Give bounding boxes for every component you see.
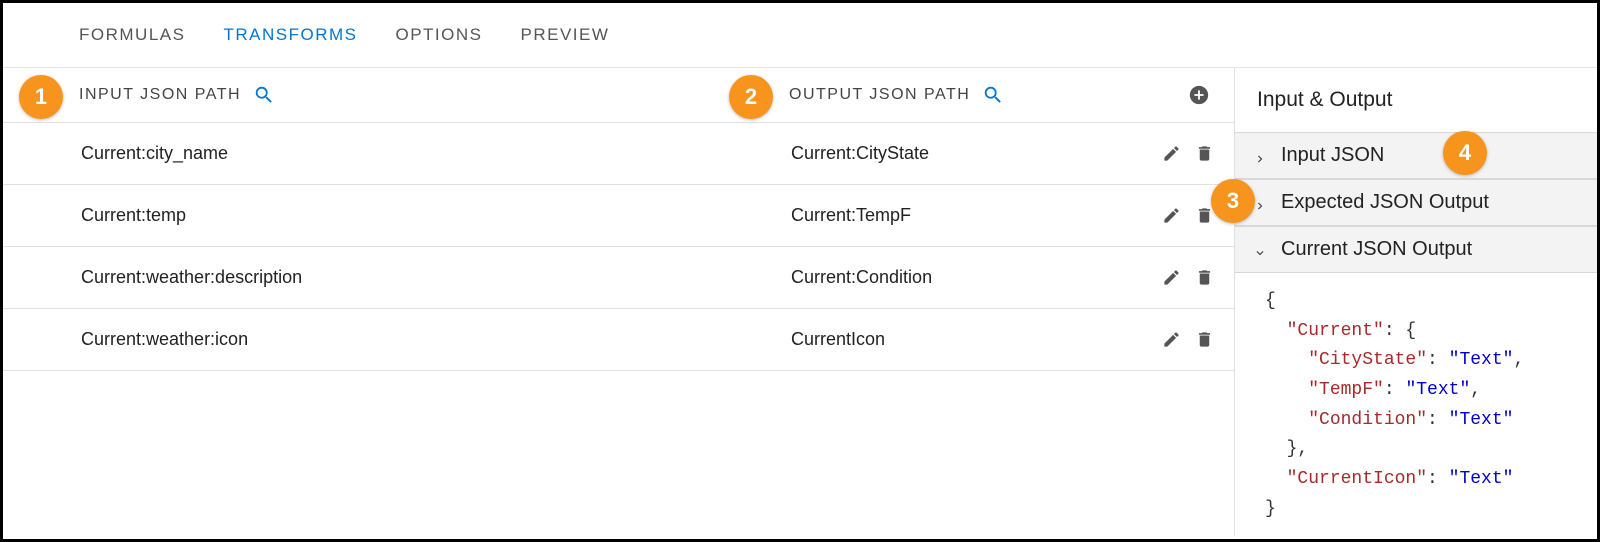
input-path-label: INPUT JSON PATH	[79, 86, 241, 104]
content-area: INPUT JSON PATH OUTPUT JSON PATH Current…	[3, 68, 1597, 536]
output-path-cell: CurrentIcon	[791, 329, 1162, 350]
annotation-callout-4: 4	[1443, 131, 1487, 175]
output-path-header: OUTPUT JSON PATH	[789, 84, 1188, 106]
transforms-table: INPUT JSON PATH OUTPUT JSON PATH Current…	[3, 68, 1234, 536]
input-path-cell: Current:weather:icon	[81, 329, 791, 350]
output-path-label: OUTPUT JSON PATH	[789, 86, 970, 104]
row-actions	[1162, 206, 1214, 225]
accordion-label: Current JSON Output	[1281, 238, 1472, 261]
row-actions	[1162, 330, 1214, 349]
accordion-label: Expected JSON Output	[1281, 191, 1489, 214]
table-row: Current:tempCurrent:TempF	[3, 185, 1234, 247]
search-icon[interactable]	[253, 84, 275, 106]
panel-title: Input & Output	[1235, 68, 1597, 132]
row-actions	[1162, 144, 1214, 163]
chevron-right-icon	[1253, 149, 1267, 163]
table-row: Current:city_nameCurrent:CityState	[3, 123, 1234, 185]
annotation-callout-2: 2	[729, 75, 773, 119]
table-row: Current:weather:iconCurrentIcon	[3, 309, 1234, 371]
chevron-right-icon	[1253, 196, 1267, 210]
delete-icon[interactable]	[1195, 268, 1214, 287]
delete-icon[interactable]	[1195, 144, 1214, 163]
row-actions	[1162, 268, 1214, 287]
output-path-cell: Current:TempF	[791, 205, 1162, 226]
search-icon[interactable]	[982, 84, 1004, 106]
edit-icon[interactable]	[1162, 144, 1181, 163]
add-icon[interactable]	[1188, 84, 1210, 106]
io-panel: Input & Output Input JSON Expected JSON …	[1234, 68, 1597, 536]
output-path-cell: Current:CityState	[791, 143, 1162, 164]
annotation-callout-3: 3	[1211, 179, 1255, 223]
edit-icon[interactable]	[1162, 268, 1181, 287]
output-path-cell: Current:Condition	[791, 267, 1162, 288]
delete-icon[interactable]	[1195, 206, 1214, 225]
edit-icon[interactable]	[1162, 330, 1181, 349]
tab-formulas[interactable]: FORMULAS	[79, 25, 185, 45]
annotation-callout-1: 1	[19, 75, 63, 119]
tab-transforms[interactable]: TRANSFORMS	[223, 25, 357, 45]
input-path-header: INPUT JSON PATH	[79, 84, 789, 106]
edit-icon[interactable]	[1162, 206, 1181, 225]
accordion-current-output[interactable]: Current JSON Output	[1235, 226, 1597, 273]
column-headers: INPUT JSON PATH OUTPUT JSON PATH	[3, 68, 1234, 123]
tab-options[interactable]: OPTIONS	[395, 25, 482, 45]
accordion-label: Input JSON	[1281, 144, 1384, 167]
accordion-expected-output[interactable]: Expected JSON Output	[1235, 179, 1597, 226]
tab-bar: FORMULAS TRANSFORMS OPTIONS PREVIEW	[3, 3, 1597, 68]
delete-icon[interactable]	[1195, 330, 1214, 349]
json-output: { "Current": { "CityState": "Text", "Tem…	[1235, 273, 1597, 539]
tab-preview[interactable]: PREVIEW	[520, 25, 609, 45]
table-row: Current:weather:descriptionCurrent:Condi…	[3, 247, 1234, 309]
input-path-cell: Current:temp	[81, 205, 791, 226]
input-path-cell: Current:weather:description	[81, 267, 791, 288]
chevron-down-icon	[1253, 243, 1267, 257]
input-path-cell: Current:city_name	[81, 143, 791, 164]
accordion-input-json[interactable]: Input JSON	[1235, 132, 1597, 179]
